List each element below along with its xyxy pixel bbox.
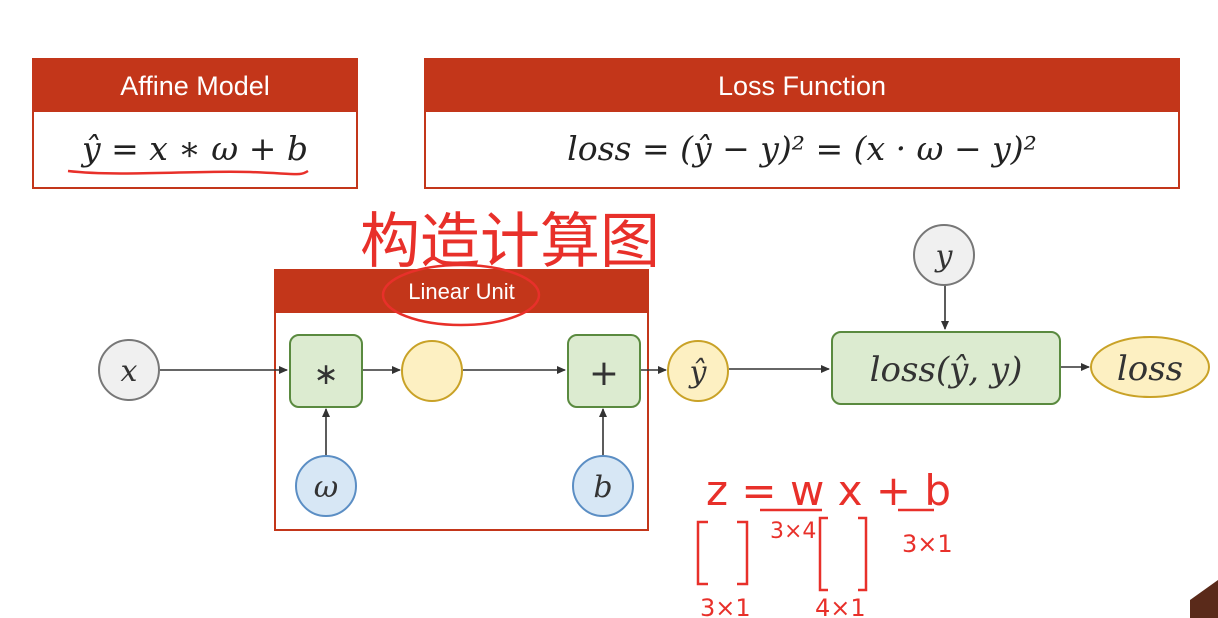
node-loss-function: loss(ŷ, y): [831, 331, 1061, 405]
node-loss-output: loss: [1090, 336, 1210, 398]
node-yhat: ŷ: [667, 340, 729, 402]
svg-text:∗: ∗: [313, 357, 338, 392]
svg-text:+: +: [589, 353, 619, 394]
bracket-x-mark: [818, 516, 868, 592]
affine-underline-mark: [67, 169, 309, 176]
svg-text:y: y: [934, 239, 954, 274]
chinese-note: 构造计算图: [360, 207, 660, 277]
node-y: y: [913, 224, 975, 286]
svg-text:b: b: [593, 470, 612, 505]
svg-text:loss(ŷ, y): loss(ŷ, y): [870, 350, 1023, 390]
svg-text:loss: loss: [1117, 349, 1183, 389]
dim-x-label: 4×1: [815, 594, 866, 618]
svg-text:ω: ω: [314, 470, 338, 505]
svg-text:x: x: [121, 354, 138, 389]
corner-object: [1190, 580, 1218, 618]
bracket-z-mark: [696, 520, 749, 586]
svg-text:ŷ: ŷ: [688, 355, 708, 390]
node-multiply: ∗: [289, 334, 363, 408]
dim-z-label: 3×1: [700, 594, 751, 618]
node-b: b: [572, 455, 634, 517]
node-omega: ω: [295, 455, 357, 517]
dim-b-label: 3×1: [902, 530, 953, 558]
dim-w-label: 3×4: [770, 519, 816, 544]
handwritten-equation: z = w x + b: [706, 466, 951, 515]
computation-graph: x ∗ + ω b ŷ y loss(ŷ, y) loss 构造计算图 z = …: [67, 169, 1218, 618]
node-intermediate: [401, 340, 463, 402]
node-x: x: [98, 339, 160, 401]
node-add: +: [567, 334, 641, 408]
